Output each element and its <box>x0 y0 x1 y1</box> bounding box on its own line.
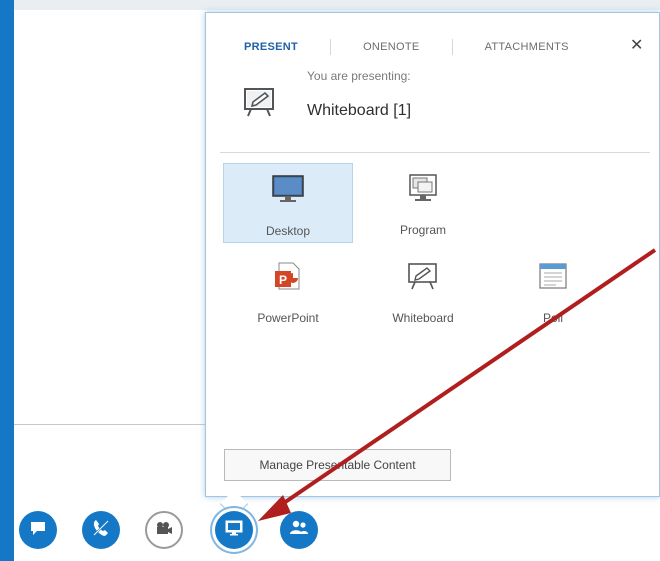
present-button[interactable] <box>215 511 253 549</box>
tab-present[interactable]: PRESENT <box>244 41 298 53</box>
tab-separator <box>451 39 453 55</box>
presenting-label: You are presenting: <box>307 69 411 83</box>
video-camera-icon <box>154 520 174 541</box>
poll-icon <box>536 261 570 291</box>
desktop-icon <box>271 174 305 204</box>
option-label: Poll <box>542 311 563 325</box>
present-flyout: PRESENT ONENOTE ATTACHMENTS ✕ You are pr… <box>205 12 660 497</box>
option-program[interactable]: Program <box>358 163 488 243</box>
chat-bubble-icon <box>29 519 47 542</box>
tab-onenote[interactable]: ONENOTE <box>363 41 420 53</box>
flyout-tabs: PRESENT ONENOTE ATTACHMENTS <box>244 37 569 57</box>
message-compose-area[interactable] <box>14 425 214 485</box>
tab-separator <box>330 39 332 55</box>
presenting-status: You are presenting: Whiteboard [1] <box>242 65 622 145</box>
section-divider <box>220 152 650 153</box>
phone-icon <box>91 518 111 543</box>
option-label: Program <box>399 223 446 237</box>
svg-text:P: P <box>279 273 287 287</box>
powerpoint-icon: P <box>271 261 305 291</box>
option-whiteboard[interactable]: Whiteboard <box>358 251 488 331</box>
whiteboard-icon <box>242 85 278 119</box>
whiteboard-icon <box>406 261 440 291</box>
window-top-strip <box>14 0 660 10</box>
tab-attachments[interactable]: ATTACHMENTS <box>485 41 569 53</box>
option-desktop[interactable]: Desktop <box>223 163 353 243</box>
presenting-value: Whiteboard [1] <box>307 102 412 119</box>
audio-button[interactable] <box>82 511 120 549</box>
participants-button[interactable] <box>280 511 318 549</box>
option-powerpoint[interactable]: P PowerPoint <box>223 251 353 331</box>
option-poll[interactable]: Poll <box>488 251 618 331</box>
option-label: PowerPoint <box>257 311 319 325</box>
option-label: Whiteboard <box>392 311 454 325</box>
manage-presentable-content-button[interactable]: Manage Presentable Content <box>224 449 451 481</box>
close-icon[interactable]: ✕ <box>630 35 643 55</box>
video-button[interactable] <box>145 511 183 549</box>
people-icon <box>288 519 310 542</box>
program-icon <box>406 173 440 203</box>
monitor-icon <box>224 519 244 542</box>
im-button[interactable] <box>19 511 57 549</box>
option-label: Desktop <box>265 224 311 238</box>
window-left-border <box>0 0 14 561</box>
